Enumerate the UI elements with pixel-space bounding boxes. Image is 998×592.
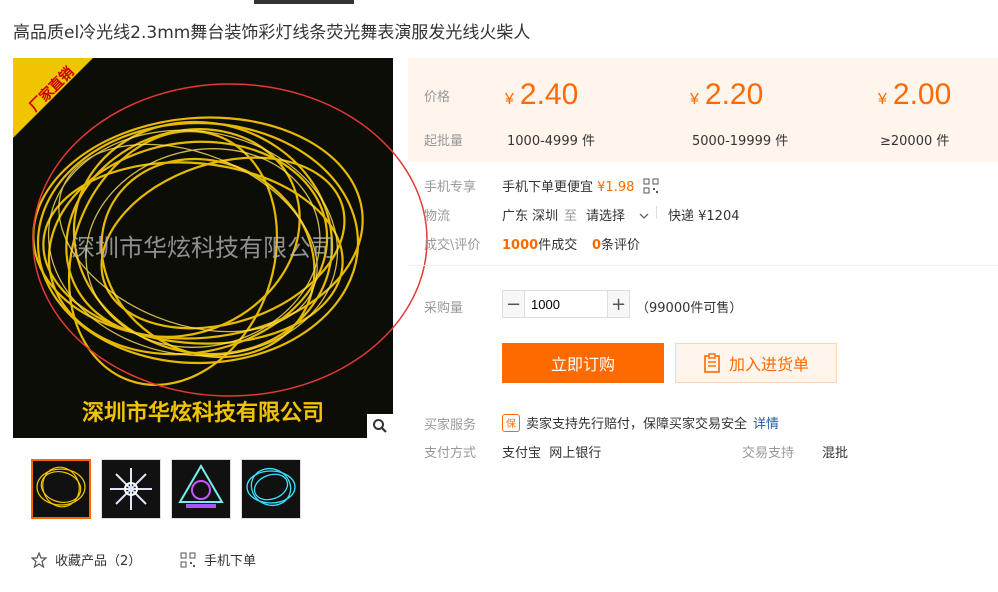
- thumbnail-2[interactable]: [101, 459, 161, 519]
- destination-select[interactable]: 请选择: [586, 205, 649, 224]
- price-tier-3: ¥2.00: [878, 78, 952, 111]
- decrease-button[interactable]: −: [503, 291, 524, 317]
- mobile-label: 手机专享: [424, 180, 477, 195]
- deals-count: 1000件成交: [502, 238, 578, 253]
- favorite-label: 收藏产品（2）: [55, 554, 142, 569]
- logistics-to: 至: [564, 209, 578, 224]
- increase-button[interactable]: +: [608, 291, 629, 317]
- quantity-input[interactable]: [524, 291, 608, 317]
- shield-icon: 保: [502, 413, 520, 432]
- stock-text: （99000件可售）: [636, 301, 743, 316]
- range-tier-3: ≥20000 件: [880, 134, 950, 149]
- product-title: 高品质el冷光线2.3mm舞台装饰彩灯线条荧光舞表演服发光线火柴人: [13, 23, 531, 43]
- footer-text: 深圳市华炫科技有限公司: [82, 400, 324, 426]
- deals-label: 成交\评价: [424, 238, 481, 253]
- thumb-snowflake: [102, 460, 160, 518]
- purchase-label: 采购量: [424, 301, 464, 316]
- reviews-count[interactable]: 0条评价: [592, 234, 640, 253]
- mobile-price: ¥1.98: [597, 180, 635, 195]
- service-label: 买家服务: [424, 418, 477, 433]
- zoom-button[interactable]: [367, 414, 393, 438]
- shipping-fee: 快递 ¥1204: [668, 209, 740, 224]
- qrcode-icon: [180, 552, 196, 567]
- chevron-down-icon: [639, 213, 649, 219]
- thumb-logo: [172, 460, 230, 518]
- clipboard-icon: [704, 353, 720, 373]
- mobile-order-label: 手机下单: [204, 554, 257, 569]
- moq-label: 起批量: [424, 134, 464, 149]
- price-label: 价格: [424, 90, 451, 105]
- trade-value: 混批: [822, 446, 849, 461]
- star-icon: [31, 551, 47, 568]
- buy-now-button[interactable]: 立即订购: [502, 343, 664, 383]
- range-tier-1: 1000-4999 件: [507, 134, 595, 149]
- thumbnail-1[interactable]: [31, 459, 91, 519]
- price-tier-1: ¥2.40: [505, 78, 579, 111]
- thumb-cyan-wire: [242, 460, 300, 518]
- cart-label: 加入进货单: [728, 355, 809, 374]
- magnifier-icon: [373, 419, 387, 433]
- top-tab-indicator: [254, 0, 354, 4]
- favorite-button[interactable]: 收藏产品（2）: [31, 550, 141, 569]
- trade-label: 交易支持: [742, 446, 795, 461]
- service-row: 保 卖家支持先行赔付，保障买家交易安全 详情: [502, 413, 779, 432]
- mobile-row[interactable]: 手机下单更便宜 ¥1.98: [502, 176, 659, 195]
- quantity-stepper[interactable]: − +: [502, 290, 630, 318]
- thumbnail-3[interactable]: [171, 459, 231, 519]
- thumbnail-4[interactable]: [241, 459, 301, 519]
- qrcode-icon: [643, 178, 659, 194]
- logistics-label: 物流: [424, 209, 451, 224]
- mobile-order-button[interactable]: 手机下单: [180, 550, 256, 569]
- add-to-cart-button[interactable]: 加入进货单: [675, 343, 837, 383]
- red-circle-annotation: [32, 83, 428, 397]
- thumb-yellow-wire: [33, 461, 89, 517]
- service-detail-link[interactable]: 详情: [753, 413, 779, 432]
- logistics-divider: [656, 206, 657, 219]
- payment-methods: 支付宝 网上银行: [502, 446, 602, 461]
- payment-label: 支付方式: [424, 446, 477, 461]
- section-divider: [408, 265, 998, 266]
- price-tier-2: ¥2.20: [690, 78, 764, 111]
- range-tier-2: 5000-19999 件: [692, 134, 789, 149]
- logistics-from: 广东 深圳: [502, 209, 559, 224]
